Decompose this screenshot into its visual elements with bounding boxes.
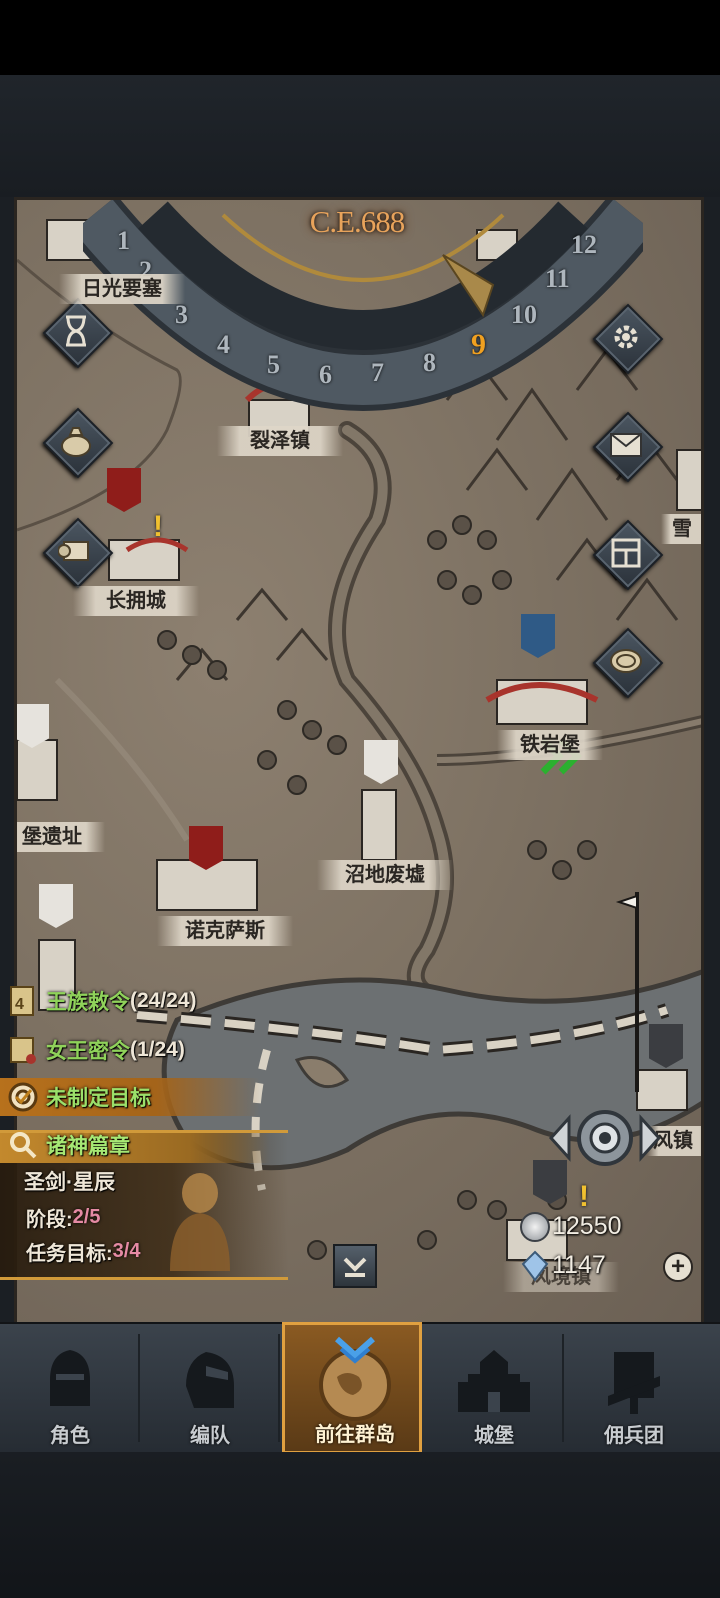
money-bag-icon (45, 410, 107, 472)
month-number[interactable]: 4 (217, 330, 230, 360)
bottom-backdrop (0, 1452, 720, 1598)
collapse-icon (343, 1257, 367, 1277)
stage-value: 2/5 (72, 1205, 101, 1228)
month-number[interactable]: 8 (423, 348, 436, 378)
place-label[interactable]: 日光要塞 (59, 274, 185, 304)
gods-chapter-target-row: 任务目标: 3/4 (26, 1234, 140, 1268)
place-label[interactable]: 裂泽镇 (217, 426, 343, 456)
month-number[interactable]: 1 (117, 226, 130, 256)
tab-label: 角色 (50, 1425, 90, 1447)
bottom-nav: 角色 编队 前往群岛 城堡 佣兵团 (0, 1322, 720, 1454)
tab-label: 前往群岛 (315, 1424, 395, 1446)
target-icon (6, 1080, 40, 1114)
settings-button[interactable] (592, 303, 664, 375)
add-currency-button[interactable]: + (663, 1252, 693, 1282)
collapse-button[interactable] (333, 1244, 377, 1288)
month-number[interactable]: 9 (471, 328, 486, 362)
coin-icon (595, 630, 657, 692)
gods-chapter-stage-row: 阶段: 2/5 (26, 1200, 100, 1234)
crystal-amount: 1147 (552, 1251, 606, 1279)
top-backdrop (0, 75, 720, 197)
quest-queen-order[interactable]: 女王密令 (1/24) (0, 1033, 185, 1067)
coin-button[interactable] (592, 627, 664, 699)
place-label[interactable]: 沼地废墟 (317, 860, 453, 890)
stage-label: 阶段: (26, 1208, 73, 1231)
month-number[interactable]: 7 (371, 358, 384, 388)
mail-button[interactable] (592, 411, 664, 483)
month-number[interactable]: 12 (571, 230, 597, 260)
formation-helmet-icon (186, 1352, 234, 1408)
target-label: 任务目标: (26, 1242, 113, 1265)
alert-icon: ! (153, 510, 163, 543)
month-number[interactable]: 10 (511, 300, 537, 330)
scroll-button[interactable] (42, 517, 114, 589)
gods-chapter-name-row: 圣剑·星辰 (24, 1164, 115, 1198)
silver-amount: 12550 (552, 1212, 622, 1240)
tab-label: 佣兵团 (604, 1425, 664, 1447)
mercenary-banner-icon (608, 1352, 660, 1414)
hero-portrait (170, 1173, 230, 1271)
place-label[interactable]: 堡遗址 (17, 822, 105, 852)
goal-label: 未制定目标 (46, 1087, 151, 1110)
month-number[interactable]: 11 (545, 264, 570, 294)
hourglass-icon (45, 300, 107, 362)
status-bar-area (0, 0, 720, 75)
knight-helmet-icon (50, 1350, 90, 1406)
castle-grid-button[interactable] (592, 519, 664, 591)
gear-icon (595, 306, 657, 368)
gods-chapter-title: 诸神篇章 (46, 1135, 130, 1158)
month-number[interactable]: 6 (319, 360, 332, 390)
place-label[interactable]: 长拥城 (73, 586, 199, 616)
month-number[interactable]: 3 (175, 300, 188, 330)
quest-label: 王族敕令 (46, 991, 130, 1014)
gods-chapter-name: 圣剑·星辰 (24, 1171, 115, 1194)
quest-progress: (24/24) (130, 989, 197, 1012)
month-number[interactable]: 5 (267, 350, 280, 380)
castle-grid-icon (595, 522, 657, 584)
scroll-icon (45, 520, 107, 582)
calendar-year: C.E.688 (309, 204, 406, 239)
quest-label: 女王密令 (46, 1040, 130, 1063)
money-bag-button[interactable] (42, 407, 114, 479)
tab-archipelago[interactable]: 前往群岛 (282, 1322, 422, 1454)
camera-dpad[interactable] (547, 1100, 663, 1176)
hourglass-button[interactable] (42, 297, 114, 369)
silver-coin-icon (520, 1212, 550, 1242)
globe-icon (319, 1336, 391, 1421)
tab-label: 编队 (190, 1425, 230, 1447)
tab-formation[interactable]: 编队 (140, 1324, 280, 1452)
royal-order-badge: 4 (15, 996, 24, 1013)
route-end-flag (615, 892, 639, 1092)
goal-row[interactable]: 未制定目标 (0, 1080, 151, 1114)
place-label[interactable]: 雪 (661, 514, 701, 544)
target-value: 3/4 (112, 1239, 141, 1262)
quest-progress: (1/24) (130, 1038, 185, 1061)
mail-icon (595, 414, 657, 476)
tab-label: 城堡 (474, 1425, 514, 1447)
castle-icon (458, 1350, 530, 1412)
crystal-icon (521, 1250, 549, 1282)
place-label[interactable]: 铁岩堡 (497, 730, 603, 760)
quest-royal-order[interactable]: 4 王族敕令 (24/24) (0, 984, 197, 1018)
tab-castle[interactable]: 城堡 (424, 1324, 564, 1452)
scroll-quest-icon: 4 (6, 984, 40, 1018)
tab-character[interactable]: 角色 (0, 1324, 140, 1452)
alert-icon: ! (579, 1180, 589, 1213)
search-icon (6, 1128, 40, 1162)
place-label[interactable]: 诺克萨斯 (157, 916, 293, 946)
gods-chapter-title-row[interactable]: 诸神篇章 (0, 1128, 130, 1162)
scroll-quest-icon (6, 1033, 40, 1067)
tab-mercenary[interactable]: 佣兵团 (564, 1324, 704, 1452)
